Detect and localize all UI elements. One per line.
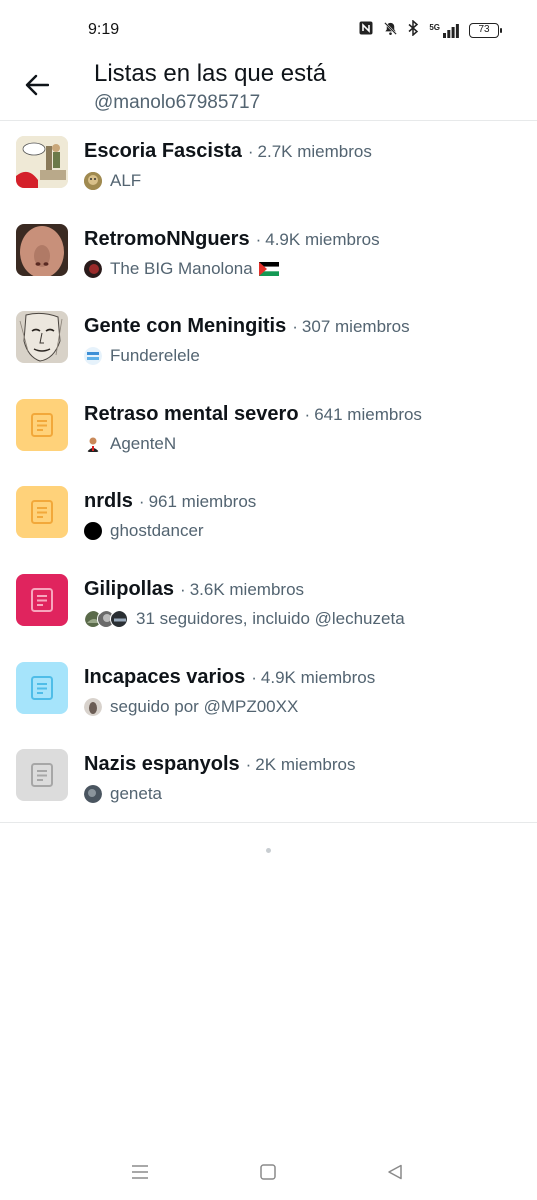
list-thumbnail [16,486,68,539]
separator: · [180,579,186,599]
owner-avatar [84,522,102,541]
list-item[interactable]: Nazis espanyols · 2K miembros geneta [0,735,537,823]
palestine-flag-icon [258,261,279,276]
recent-apps-button[interactable] [125,1160,155,1184]
menu-icon [132,1165,148,1179]
list-name: Nazis espanyols [84,753,240,776]
list-thumbnail [16,573,68,626]
list-owner: geneta [110,784,162,804]
list-item[interactable]: Retraso mental severo · 641 miembros Age… [0,385,537,473]
triangle-back-icon [388,1164,402,1180]
owner-avatar [84,259,102,278]
list-name: Retraso mental severo [84,402,299,425]
list-owner: ALF [110,171,142,190]
owner-avatar [84,347,102,366]
list-owner: Funderelele [110,346,200,366]
status-bar: 9:19 5G 73 [0,0,537,60]
list-icon [31,587,53,612]
list-name: Escoria Fascista [84,140,242,162]
follower-avatar [110,609,128,628]
network-label: 5G [429,22,440,32]
list-name: Gilipollas [84,577,175,600]
bluetooth-icon [408,19,419,41]
app-screen: 9:19 5G 73 Listas en las que está @manol… [0,0,537,1200]
back-nav-button[interactable] [380,1160,410,1184]
list-followers: 31 seguidores, incluido @lechuzeta [136,608,405,628]
list-item[interactable]: nrdls · 961 miembros ghostdancer [0,472,537,560]
list-item[interactable]: Gilipollas · 3.6K miembros 31 seguidores… [0,560,537,648]
list-name: nrdls [84,490,133,513]
list-icon [31,763,53,788]
list-owner: AgenteN [110,433,177,453]
list-icon [31,675,53,700]
list-item[interactable]: Escoria Fascista · 2.7K miembros ALF [0,122,537,210]
list-members: 4.9K miembros [265,229,380,249]
status-icons: 5G 73 [359,19,502,41]
list-thumbnail [16,661,68,714]
separator: · [292,317,298,337]
separator: · [304,404,311,424]
owner-avatar [84,172,102,190]
separator: · [247,142,254,161]
list-item[interactable]: Gente con Meningitis · 307 miembros Fund… [0,297,537,385]
list-name: Gente con Meningitis [84,315,287,338]
list-owner: The BIG Manolona [110,258,253,278]
divider [0,822,537,823]
separator: · [251,667,257,687]
owner-avatar [84,434,102,453]
page-title: Listas en las que está [94,60,327,87]
battery-icon: 73 [469,23,502,38]
owner-avatar [84,697,102,716]
back-button[interactable] [20,70,54,100]
nfc-icon [359,21,373,40]
separator: · [245,755,252,775]
list-item[interactable]: Incapaces varios · 4.9K miembros seguido… [0,648,537,736]
square-icon [260,1164,276,1180]
list-thumbnail [16,749,68,802]
separator: · [255,229,262,249]
list-thumbnail [16,398,68,451]
bell-muted-icon [383,21,398,41]
list-members: 307 miembros [301,317,410,337]
system-navigation-bar [0,1150,537,1200]
list-icon [31,500,53,525]
signal-5g-icon: 5G [429,22,459,38]
list-members: 2K miembros [255,755,356,775]
separator: · [138,492,145,512]
list-members: 4.9K miembros [260,667,376,687]
list-thumbnail-sketch-portrait [16,311,68,364]
follower-avatars [84,609,128,628]
list-members: 3.6K miembros [189,579,305,599]
list-name: Incapaces varios [84,665,246,688]
home-button[interactable] [253,1160,283,1184]
list-thumbnail-face-photo [16,223,68,276]
list-members: 2.7K miembros [257,142,372,161]
arrow-left-icon [25,74,49,96]
list-members: 641 miembros [314,404,422,424]
list-owner: ghostdancer [110,521,204,541]
lists-container: Escoria Fascista · 2.7K miembros ALF Ret… [0,122,537,823]
owner-avatar [84,785,102,804]
list-thumbnail-cartoon [16,136,68,188]
header: Listas en las que está @manolo67985717 [0,60,537,121]
list-members: 961 miembros [148,492,257,512]
page-subtitle: @manolo67985717 [94,92,261,113]
list-icon [31,412,53,437]
list-item[interactable]: RetromoNNguers · 4.9K miembros The BIG M… [0,210,537,298]
list-name: RetromoNNguers [84,227,250,250]
status-time: 9:19 [88,21,120,38]
list-owner: seguido por @MPZ00XX [110,696,299,716]
loading-indicator [266,848,271,853]
